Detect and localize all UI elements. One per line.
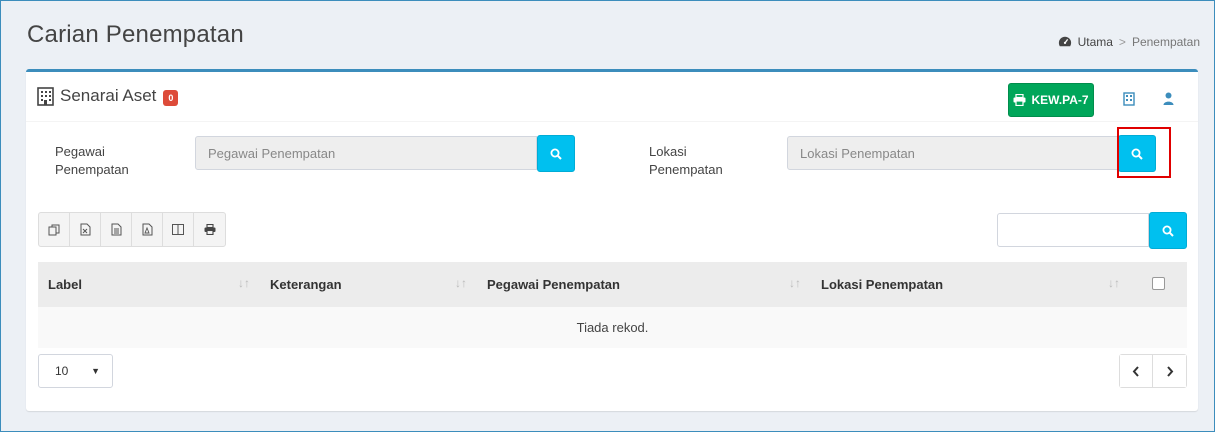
empty-message: Tiada rekod.	[576, 320, 649, 335]
chevron-right-icon	[1166, 365, 1173, 377]
table-search-group	[997, 212, 1187, 249]
highlight-box	[1117, 127, 1171, 178]
pdf-button[interactable]	[132, 213, 163, 246]
caret-down-icon: ▼	[91, 366, 100, 376]
select-all-checkbox[interactable]	[1152, 276, 1165, 290]
page-length-value: 10	[55, 364, 69, 378]
box-title-text: Senarai Aset	[60, 86, 157, 105]
page-title: Carian Penempatan	[27, 21, 244, 48]
print-icon	[1013, 94, 1026, 106]
print-kew-pa7-button[interactable]: KEW.PA-7	[1008, 83, 1094, 117]
breadcrumb-separator: >	[1118, 35, 1126, 49]
box-header: Senarai Aset 0 KEW.PA-7	[26, 72, 1198, 122]
print-icon	[204, 224, 215, 235]
columns-button[interactable]	[163, 213, 194, 246]
pegawai-label-line2: Penempatan	[55, 162, 129, 177]
sort-icon[interactable]: ↓↑	[1108, 276, 1120, 290]
print-button[interactable]	[194, 213, 225, 246]
pegawai-label-line1: Pegawai	[55, 144, 105, 159]
next-page-button[interactable]	[1153, 355, 1186, 387]
lokasi-label-line1: Lokasi	[649, 144, 687, 159]
page-length-select[interactable]: 10 ▼	[38, 354, 113, 388]
columns-icon	[172, 224, 184, 235]
table-search-input[interactable]	[997, 213, 1149, 247]
column-header-select	[1130, 262, 1187, 307]
column-label-text: Label	[48, 277, 82, 292]
column-keterangan-text: Keterangan	[270, 277, 342, 292]
pegawai-label: Pegawai Penempatan	[55, 143, 129, 179]
building-small-icon[interactable]	[1123, 92, 1135, 106]
export-toolbar	[38, 212, 226, 247]
excel-button[interactable]	[70, 213, 101, 246]
lokasi-search-input[interactable]	[787, 136, 1118, 170]
lokasi-label: Lokasi Penempatan	[649, 143, 723, 179]
table-row-empty: Tiada rekod.	[38, 307, 1187, 348]
csv-button[interactable]	[101, 213, 132, 246]
print-kew-pa7-label: KEW.PA-7	[1031, 93, 1089, 107]
count-badge: 0	[163, 89, 179, 106]
table-search-button[interactable]	[1149, 212, 1187, 249]
column-header-pegawai[interactable]: Pegawai Penempatan ↓↑	[477, 262, 811, 307]
asset-table: Label ↓↑ Keterangan ↓↑ Pegawai Penempata…	[38, 262, 1187, 348]
column-lokasi-text: Lokasi Penempatan	[821, 277, 944, 292]
user-icon[interactable]	[1163, 92, 1174, 105]
search-icon	[550, 148, 562, 160]
sort-icon[interactable]: ↓↑	[455, 276, 467, 290]
app-frame: Carian Penempatan Utama > Penempatan Sen…	[0, 0, 1215, 432]
copy-button[interactable]	[39, 213, 70, 246]
asset-list-box: Senarai Aset 0 KEW.PA-7 Pegawai Penempat…	[26, 69, 1198, 411]
lokasi-input-group	[787, 135, 1156, 172]
copy-icon	[48, 224, 60, 235]
prev-page-button[interactable]	[1120, 355, 1153, 387]
pagination	[1119, 354, 1187, 388]
column-pegawai-text: Pegawai Penempatan	[487, 277, 620, 292]
column-header-lokasi[interactable]: Lokasi Penempatan ↓↑	[811, 262, 1130, 307]
column-header-keterangan[interactable]: Keterangan ↓↑	[260, 262, 477, 307]
breadcrumb-home[interactable]: Utama	[1078, 35, 1113, 49]
excel-icon	[80, 223, 90, 236]
csv-icon	[111, 223, 121, 236]
sort-icon[interactable]: ↓↑	[789, 276, 801, 290]
pdf-icon	[142, 223, 152, 236]
pegawai-search-button[interactable]	[537, 135, 575, 172]
breadcrumb-current: Penempatan	[1131, 35, 1200, 49]
lokasi-label-line2: Penempatan	[649, 162, 723, 177]
breadcrumb: Utama > Penempatan	[1058, 35, 1200, 49]
chevron-left-icon	[1132, 365, 1139, 377]
pegawai-search-input[interactable]	[195, 136, 537, 170]
dashboard-icon	[1058, 36, 1071, 47]
table-header-row: Label ↓↑ Keterangan ↓↑ Pegawai Penempata…	[38, 262, 1187, 307]
search-icon	[1162, 225, 1174, 237]
column-header-label[interactable]: Label ↓↑	[38, 262, 260, 307]
pegawai-input-group	[195, 135, 575, 172]
box-title: Senarai Aset 0	[37, 86, 179, 106]
building-icon	[37, 86, 54, 106]
sort-icon[interactable]: ↓↑	[238, 276, 250, 290]
